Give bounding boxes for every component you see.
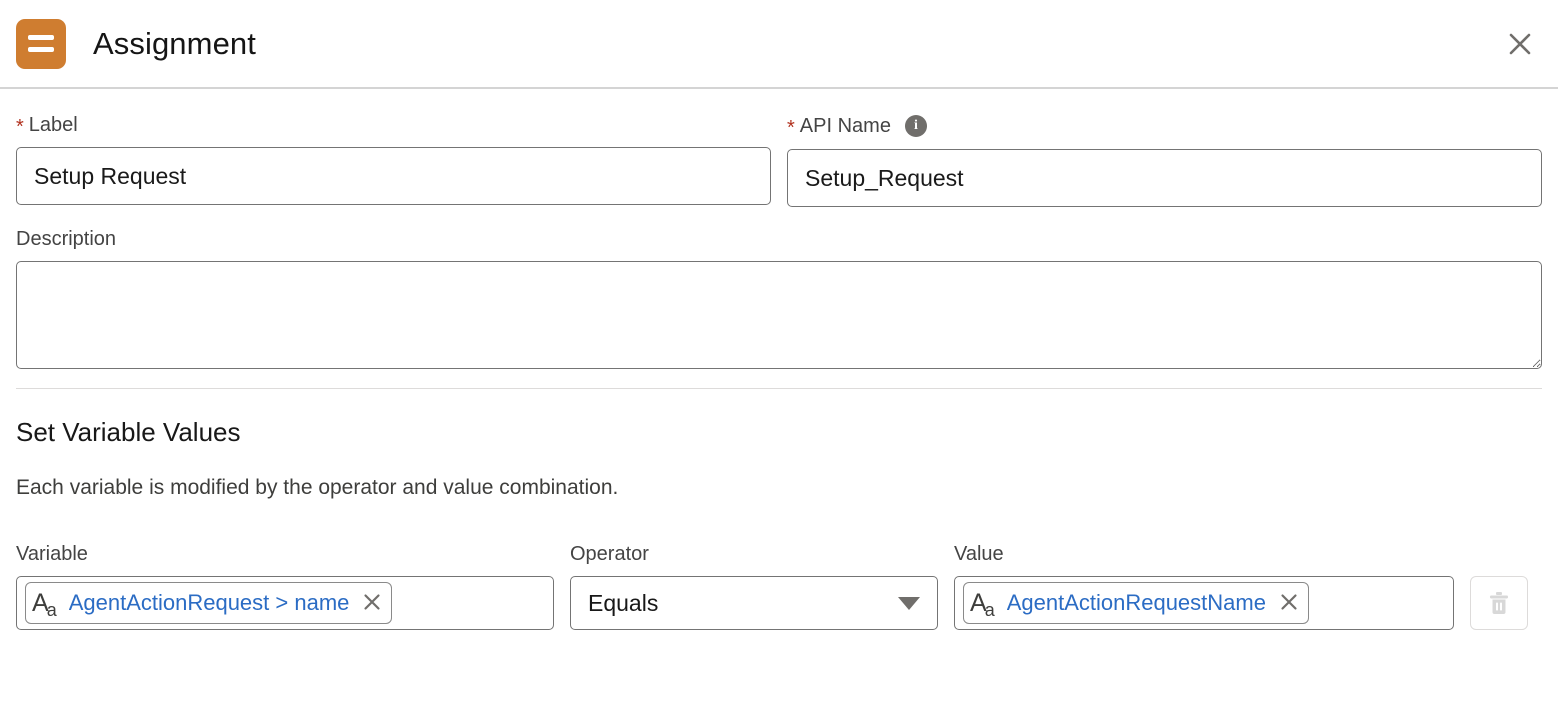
variable-token[interactable]: Aa AgentActionRequest > name	[25, 582, 393, 625]
variable-combobox[interactable]: Aa AgentActionRequest > name	[16, 576, 554, 631]
delete-column	[1470, 576, 1542, 631]
label-field-label-text: Label	[28, 114, 78, 136]
api-name-input[interactable]	[787, 149, 1542, 207]
label-input[interactable]	[16, 147, 771, 205]
value-column: Value Aa AgentActionRequestName	[954, 543, 1454, 631]
page-title: Assignment	[93, 26, 256, 61]
close-icon	[1507, 31, 1533, 57]
api-name-field-group: * API Name i	[787, 115, 1542, 207]
value-token-remove-button[interactable]	[1278, 592, 1300, 614]
delete-row-button[interactable]	[1470, 576, 1528, 631]
set-variable-values-subtext: Each variable is modified by the operato…	[16, 476, 619, 499]
assignment-row: Variable Aa AgentActionRequest > name Op…	[16, 500, 1542, 631]
set-variable-values-heading: Set Variable Values	[16, 417, 241, 447]
name-fields-row: * Label * API Name i	[16, 89, 1542, 207]
assignment-equals-icon	[16, 18, 66, 69]
variable-column: Variable Aa AgentActionRequest > name	[16, 543, 554, 631]
close-button[interactable]	[1498, 22, 1542, 66]
close-icon	[362, 592, 382, 615]
close-icon	[1279, 592, 1299, 615]
variable-token-remove-button[interactable]	[361, 592, 383, 614]
info-icon[interactable]: i	[904, 115, 927, 137]
description-field-label: Description	[16, 229, 1542, 249]
text-datatype-icon: Aa	[970, 590, 997, 620]
value-combobox[interactable]: Aa AgentActionRequestName	[954, 576, 1454, 631]
operator-select[interactable]: Equals	[570, 576, 938, 631]
datatype-glyph-small: a	[46, 599, 57, 620]
modal-header: Assignment	[0, 0, 1558, 89]
api-name-field-label: * API Name i	[787, 115, 1542, 139]
variable-column-label: Variable	[16, 543, 88, 566]
assignment-icon-bar-top	[28, 35, 54, 40]
api-name-field-label-text: API Name	[799, 115, 891, 137]
operator-column-label: Operator	[570, 543, 649, 566]
label-field-group: * Label	[16, 115, 771, 207]
operator-column: Operator Equals	[570, 543, 938, 631]
section-divider	[16, 388, 1542, 389]
description-textarea[interactable]	[16, 261, 1542, 369]
required-indicator: *	[787, 117, 795, 139]
label-field-label: * Label	[16, 114, 771, 138]
description-field-label-text: Description	[16, 228, 117, 250]
value-token-text: AgentActionRequestName	[1006, 590, 1266, 616]
chevron-down-icon	[898, 596, 920, 610]
operator-selected-value: Equals	[588, 589, 659, 616]
datatype-glyph-small: a	[984, 599, 995, 620]
variable-token-text: AgentActionRequest > name	[68, 590, 350, 616]
value-token[interactable]: Aa AgentActionRequestName	[963, 582, 1309, 625]
text-datatype-icon: Aa	[32, 590, 59, 620]
value-column-label: Value	[954, 543, 1004, 566]
trash-icon	[1487, 590, 1511, 616]
description-field-group: Description	[16, 207, 1542, 369]
required-indicator: *	[16, 116, 24, 138]
modal-body: * Label * API Name i Description Set Var…	[0, 89, 1558, 631]
assignment-icon-bar-bottom	[28, 47, 54, 52]
